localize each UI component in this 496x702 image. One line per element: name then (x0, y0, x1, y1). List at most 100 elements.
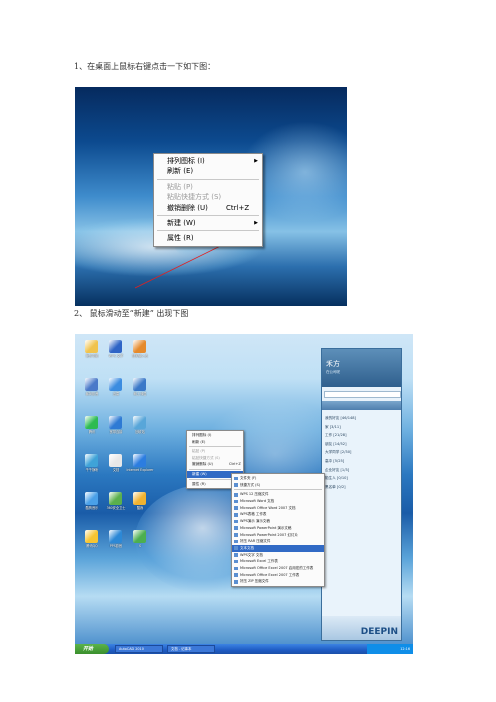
submenu-arrow-icon: ▶ (254, 219, 258, 226)
desktop-icon-glyph (133, 530, 146, 543)
step-1-caption: 1、在桌面上鼠标右键点击一下如下图： (74, 62, 216, 71)
menu-item[interactable]: Microsoft PowerPoint 演示文稿 (232, 525, 324, 532)
menu-item-label: 粘贴快捷方式 (S) (167, 193, 222, 202)
desktop-icon[interactable]: 搜狗输入法 (127, 340, 153, 364)
menu-item[interactable]: Microsoft Word 文档 (232, 498, 324, 505)
menu-item[interactable]: WPS表格 工作表 (232, 511, 324, 518)
menu-item[interactable]: 文本文档 (232, 544, 324, 552)
desktop-icon-label: Internet Explorer (126, 468, 154, 472)
menu-item[interactable]: Microsoft PowerPoint 2007 幻灯片 (232, 532, 324, 539)
desktop-icon[interactable]: 回收站 (127, 416, 153, 440)
desktop-icon[interactable]: 文档 (103, 454, 129, 478)
file-type-icon (234, 513, 238, 517)
menu-item[interactable]: WPS演示 演示文稿 (232, 518, 324, 525)
menu-item-label: 粘贴 (P) (167, 182, 193, 191)
menu-item[interactable]: 粘贴快捷方式 (S) (154, 192, 262, 202)
taskbar: 开始 AutoCAD 2010 文档 - 记事本 12:16 (75, 644, 413, 654)
menu-item[interactable]: WPS 12 压缩文件 (232, 491, 324, 498)
menu-item-label: 属性 (R) (167, 234, 194, 243)
menu-item[interactable]: 属性 (R) (154, 233, 262, 243)
taskbar-button[interactable]: 文档 - 记事本 (167, 645, 215, 653)
qq-group-item[interactable]: 黑名单 [0/2] (325, 483, 356, 492)
desktop-icon[interactable]: 360安全卫士 (103, 492, 129, 516)
menu-item[interactable]: 撤销删除 (U) Ctrl+Z (187, 461, 243, 468)
menu-item[interactable]: Microsoft Office Excel 2007 工作表 (232, 572, 324, 579)
qq-group-item[interactable]: 朋友 [14/52] (325, 440, 356, 449)
menu-item[interactable]: 粘贴快捷方式 (S) (187, 455, 243, 462)
desktop-icon[interactable]: 酷狗音乐 (79, 492, 105, 516)
desktop-icon[interactable]: Internet Explorer (127, 454, 153, 478)
menu-separator (234, 489, 322, 491)
menu-item[interactable]: Microsoft Excel 工作表 (232, 558, 324, 565)
qq-panel[interactable]: 禾方 在公司呢 我的好友 [46/148] 家 [3/11] 工作 [21/28] 朋… (321, 348, 402, 641)
desktop-icon[interactable]: 暴风影音 (79, 378, 105, 402)
desktop-icon[interactable]: S (127, 530, 153, 554)
desktop-icon-glyph (133, 454, 146, 467)
desktop-icon[interactable]: PPS影音 (103, 530, 129, 554)
menu-item-label: WPS 12 压缩文件 (240, 492, 269, 497)
qq-group-item[interactable]: 我的好友 [46/148] (325, 414, 356, 423)
qq-group-item[interactable]: 家 [3/11] (325, 423, 356, 432)
submenu-arrow-icon: ▶ (254, 158, 258, 164)
menu-item-label: Microsoft Office Word 2007 文档 (240, 505, 296, 510)
menu-item-label: 文件夹 (F) (240, 476, 257, 480)
menu-item[interactable]: 新建 (W) ▶ (154, 218, 262, 228)
qq-group-item[interactable]: 企业好友 [1/3] (325, 466, 356, 475)
desktop-context-menu[interactable]: 排列图标 (I) ▶ 刷新 (E) 粘贴 (P) 粘贴快捷方式 (S) 撤销删除 (U) C… (153, 153, 263, 247)
menu-item[interactable]: WPS文字 文档 (232, 552, 324, 559)
desktop-icon[interactable]: 千千静听 (79, 454, 105, 478)
qq-footer: DEEPIN (322, 616, 401, 640)
taskbar-button[interactable]: AutoCAD 2010 (115, 645, 163, 653)
qq-group-item[interactable]: 大学同学 [2/30] (325, 448, 356, 457)
menu-item-label: WPS演示 演示文稿 (240, 519, 270, 524)
desktop-icon-label: 回收站 (135, 430, 145, 434)
desktop-icon[interactable]: 我的电脑 (79, 340, 105, 364)
qq-tab-bar[interactable] (322, 401, 401, 410)
desktop-icon[interactable]: 宽带连接 (103, 416, 129, 440)
menu-item[interactable]: 快捷方式 (S) (232, 482, 324, 489)
desktop-icon-glyph (85, 454, 98, 467)
qq-group-list[interactable]: 我的好友 [46/148] 家 [3/11] 工作 [21/28] 朋友 [14/52… (325, 414, 356, 491)
menu-item[interactable]: 好压 ZIP 压缩文件 (232, 578, 324, 585)
menu-item[interactable]: 排列图标 (I) (187, 432, 243, 439)
new-submenu[interactable]: 文件夹 (F) 快捷方式 (S) WPS 12 压缩文件 Microsoft Word… (231, 473, 325, 587)
desktop-icon-glyph (109, 530, 122, 543)
desktop-icon[interactable]: 网上邻居 (127, 378, 153, 402)
menu-item[interactable]: 粘贴 (P) (187, 448, 243, 455)
qq-group-item[interactable]: 工作 [21/28] (325, 431, 356, 440)
menu-item-label: 排列图标 (I) (167, 157, 205, 165)
desktop-icon[interactable]: 酷我 (127, 492, 153, 516)
menu-item[interactable]: 刷新 (E) (187, 439, 243, 446)
screenshot-new-submenu: 我的电脑 WPS 文字 搜狗输入法 暴风影音 迅雷 网上邻居 腾讯 宽带连接 回收站 千千静听 文档… (75, 334, 413, 654)
qq-nickname: 禾方 (326, 360, 340, 368)
menu-item[interactable]: Microsoft Office Word 2007 文档 (232, 505, 324, 512)
menu-item[interactable]: 文件夹 (F) (232, 475, 324, 482)
qq-group-item[interactable]: 高中 [5/25] (325, 457, 356, 466)
start-button[interactable]: 开始 (75, 644, 109, 654)
menu-item[interactable]: 排列图标 (I) ▶ (154, 156, 262, 166)
menu-item-label: 好压 RAR 压缩文件 (240, 539, 271, 544)
menu-item-label: Microsoft Word 文档 (240, 499, 275, 504)
menu-item[interactable]: 好压 RAR 压缩文件 (232, 538, 324, 545)
qq-search-input[interactable] (324, 391, 401, 398)
desktop-icon-glyph (109, 378, 122, 391)
menu-item-label: 文本文档 (240, 545, 254, 550)
menu-item[interactable]: 刷新 (E) (154, 166, 262, 176)
menu-item-label: Microsoft Excel 工作表 (240, 559, 278, 564)
desktop-icon[interactable]: 腾讯QQ (79, 530, 105, 554)
menu-item[interactable]: Microsoft Office Excel 2007 启用宏的工作表 (232, 565, 324, 572)
menu-item-label: 刷新 (E) (167, 167, 194, 176)
desktop-icon-label: S (138, 544, 142, 548)
desktop-icon[interactable]: WPS 文字 (103, 340, 129, 364)
desktop-icon-glyph (133, 416, 146, 429)
desktop-icon-glyph (133, 378, 146, 391)
desktop-icon[interactable]: 腾讯 (79, 416, 105, 440)
qq-group-item[interactable]: 陌生人 [0/10] (325, 474, 356, 483)
desktop-icon[interactable]: 迅雷 (103, 378, 129, 402)
menu-item[interactable]: 撤销删除 (U) Ctrl+Z (154, 203, 262, 213)
file-type-icon (234, 519, 238, 524)
file-type-icon (234, 553, 238, 557)
deepin-logo: DEEPIN (360, 627, 398, 637)
menu-item[interactable]: 粘贴 (P) (154, 182, 262, 192)
file-type-icon (234, 526, 238, 530)
